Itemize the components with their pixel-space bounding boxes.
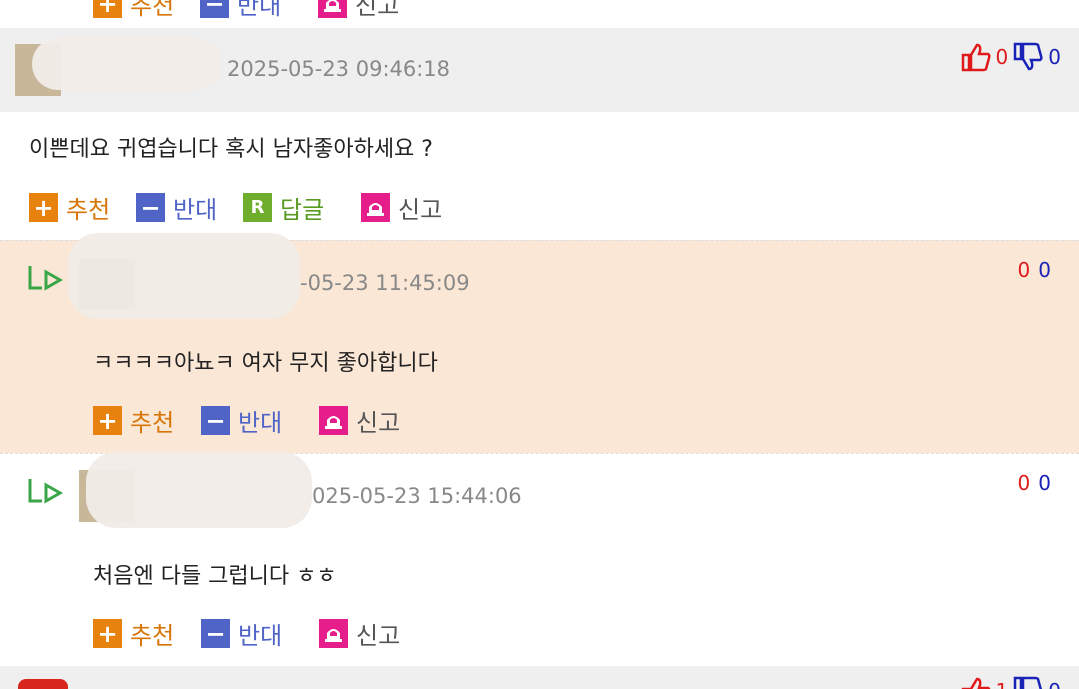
comment-header: 2025-05-23 09:46:18 0 0 [0, 28, 1079, 112]
comment-timestamp: -05-23 11:45:09 [300, 271, 470, 295]
avatar[interactable] [18, 679, 68, 689]
recommend-button[interactable]: + 추천 [93, 616, 174, 651]
reply-arrow-icon [28, 479, 64, 504]
oppose-button[interactable]: − 반대 [200, 0, 281, 21]
up-count[interactable]: 0 [1018, 258, 1031, 282]
plus-icon: + [93, 619, 122, 648]
redacted-username [86, 452, 312, 528]
down-count[interactable]: 0 [1038, 258, 1051, 282]
vote-counts: 0 0 [1018, 258, 1051, 282]
down-count: 0 [1048, 679, 1061, 689]
minus-icon: − [201, 406, 230, 435]
up-count: 0 [995, 45, 1009, 69]
next-comment-header: 1 0 [0, 666, 1079, 689]
comment-timestamp: 2025-05-23 09:46:18 [227, 57, 451, 81]
thumbs-down-icon[interactable] [1012, 42, 1044, 72]
comment-text: 이쁜데요 귀엽습니다 혹시 남자좋아하세요 ? [29, 137, 433, 162]
redacted-username [32, 38, 222, 90]
down-count[interactable]: 0 [1038, 471, 1051, 495]
reply-icon: R [243, 193, 272, 222]
minus-icon: − [136, 193, 165, 222]
vote-counts: 1 0 [960, 676, 1061, 689]
plus-icon: + [29, 193, 58, 222]
recommend-button[interactable]: + 추천 [93, 403, 174, 438]
minus-icon: − [201, 619, 230, 648]
comment-timestamp: 025-05-23 15:44:06 [312, 484, 522, 508]
up-count: 1 [996, 679, 1009, 689]
vote-counts: 0 0 [960, 42, 1061, 72]
comment-text: ㅋㅋㅋㅋ아뇨ㅋ 여자 무지 좋아합니다 [93, 351, 438, 376]
redacted-username [68, 233, 300, 319]
reply-button[interactable]: R 답글 [243, 190, 324, 225]
oppose-button[interactable]: − 반대 [136, 190, 217, 225]
oppose-button[interactable]: − 반대 [201, 403, 282, 438]
top-partial-actions: + 추천 − 반대 신고 [0, 0, 1079, 28]
report-button[interactable]: 신고 [361, 190, 442, 225]
siren-icon [319, 406, 348, 435]
oppose-button[interactable]: − 반대 [201, 616, 282, 651]
up-count[interactable]: 0 [1018, 471, 1031, 495]
report-button[interactable]: 신고 [319, 403, 400, 438]
siren-icon [319, 619, 348, 648]
siren-icon [361, 193, 390, 222]
siren-icon [318, 0, 347, 18]
thumbs-down-icon[interactable] [1012, 676, 1044, 689]
report-button[interactable]: 신고 [319, 616, 400, 651]
comment-text: 처음엔 다들 그럽니다 ㅎㅎ [93, 564, 337, 589]
minus-icon: − [200, 0, 229, 18]
recommend-button[interactable]: + 추천 [93, 0, 174, 21]
thumbs-up-icon[interactable] [960, 42, 992, 72]
plus-icon: + [93, 0, 122, 18]
report-button[interactable]: 신고 [318, 0, 399, 21]
plus-icon: + [93, 406, 122, 435]
down-count: 0 [1048, 45, 1061, 69]
reply-arrow-icon [28, 266, 64, 291]
reply-comment-highlighted: -05-23 11:45:09 0 0 ㅋㅋㅋㅋ아뇨ㅋ 여자 무지 좋아합니다 … [0, 233, 1079, 453]
recommend-button[interactable]: + 추천 [29, 190, 110, 225]
thumbs-up-icon[interactable] [960, 676, 992, 689]
reply-comment: 025-05-23 15:44:06 0 0 처음엔 다들 그럽니다 ㅎㅎ + … [0, 452, 1079, 666]
vote-counts: 0 0 [1018, 471, 1051, 495]
